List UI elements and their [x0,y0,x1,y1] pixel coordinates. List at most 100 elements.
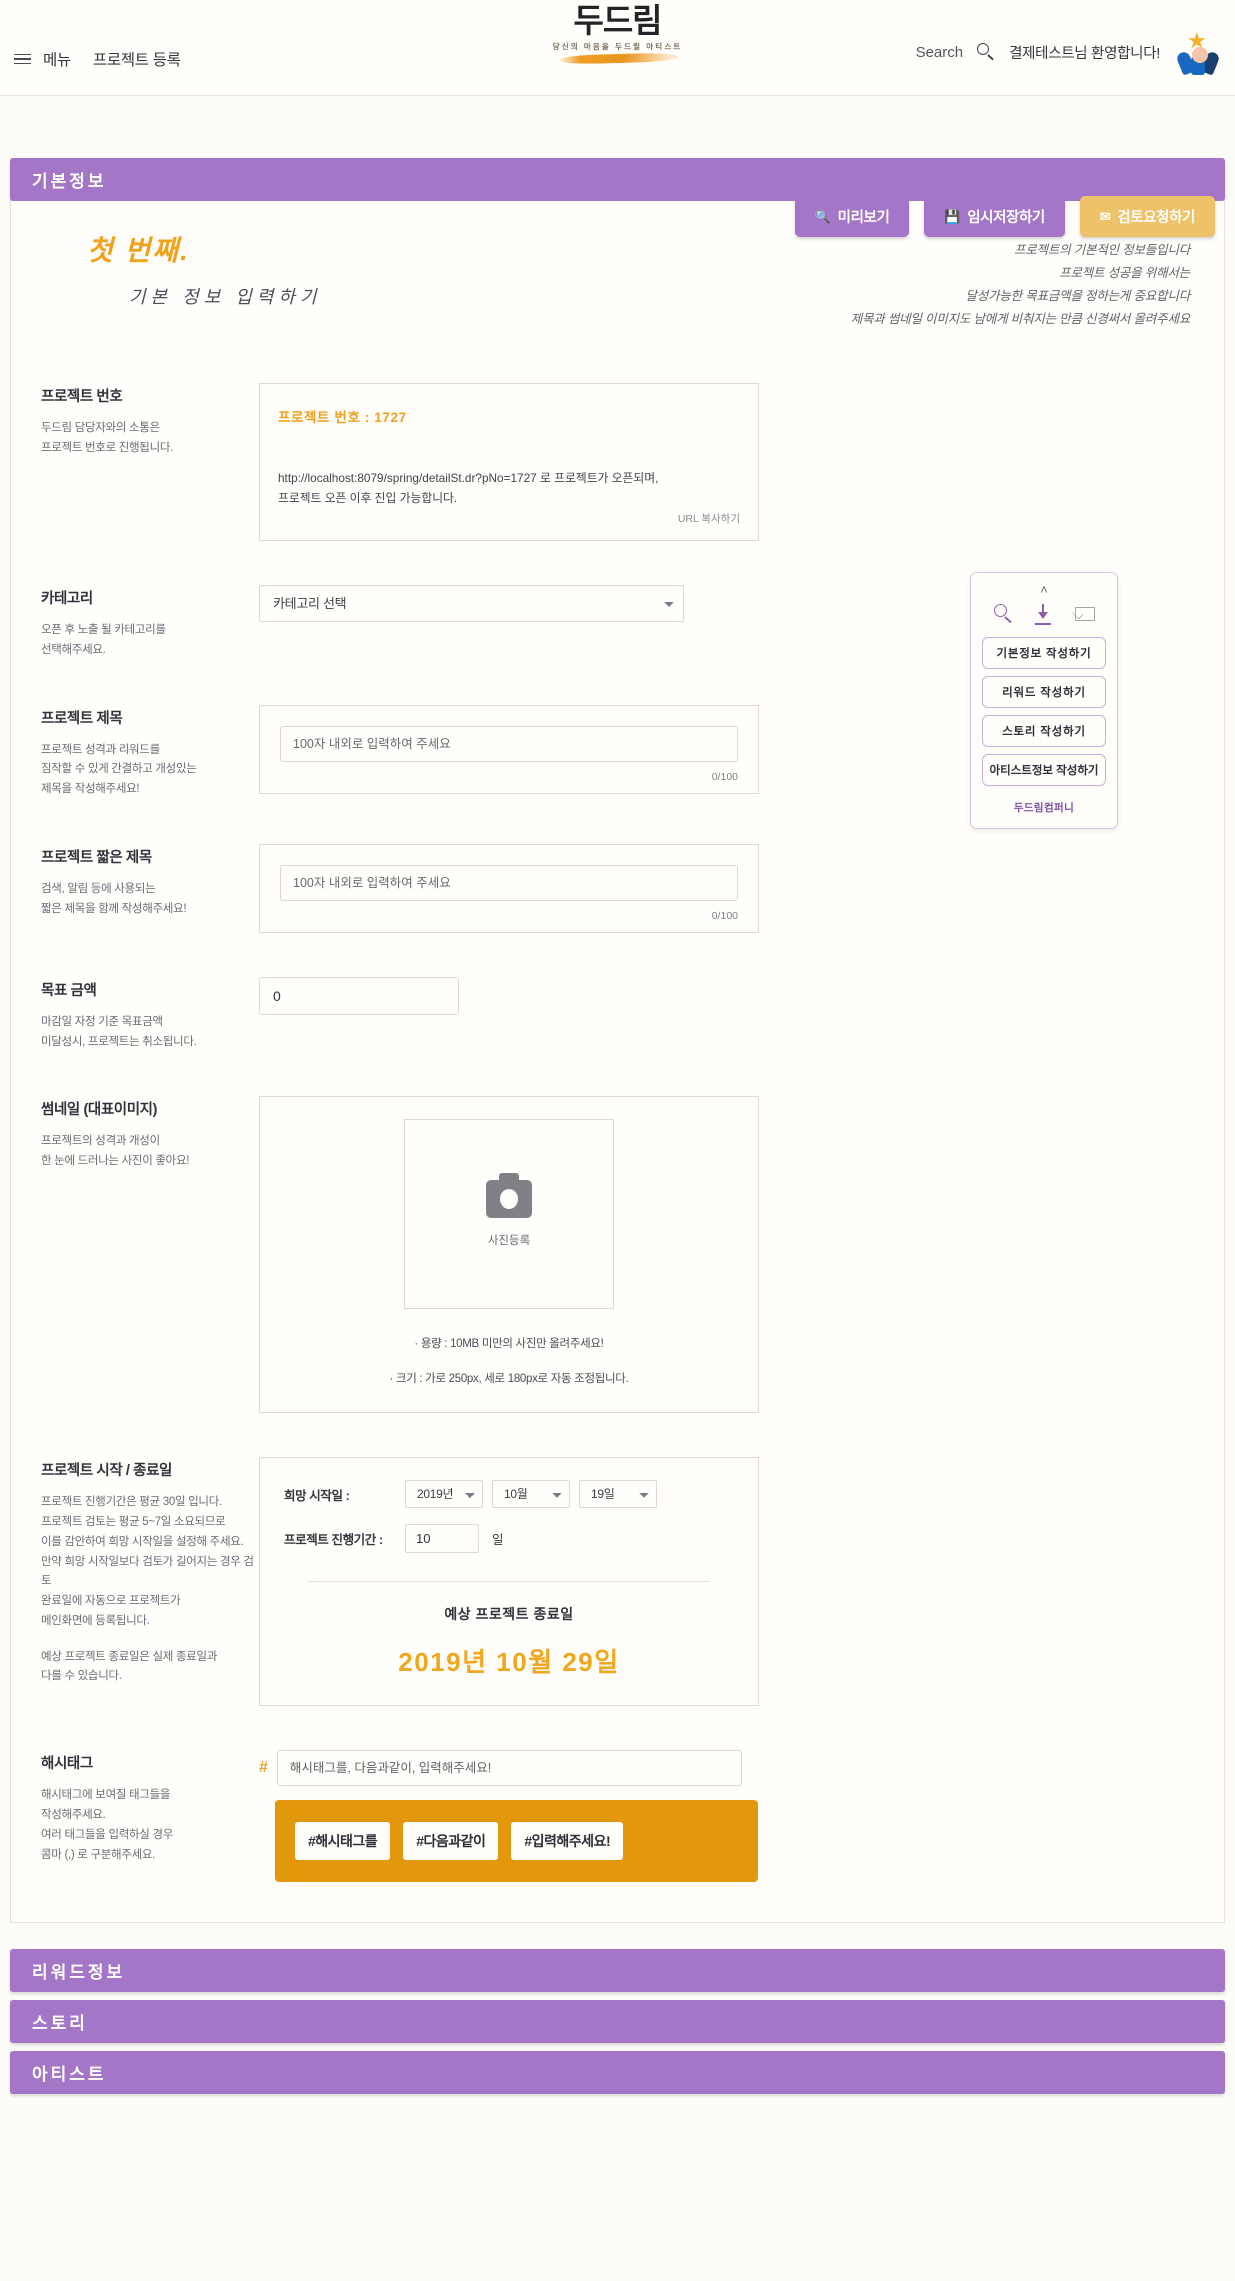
search-icon[interactable] [992,603,1014,625]
start-date-label: 희망 시작일 : [284,1488,350,1503]
thumbnail-label: 썸네일 (대표이미지) [41,1102,158,1119]
category-desc: 오픈 후 노출 될 카테고리를 선택해주세요. [41,621,259,661]
logo-swoosh-decoration [557,51,678,65]
intro-desc-line: 달성가능한 목표금액을 정하는게 중요합니다 [965,289,1190,304]
schedule-field-col: 희망 시작일 : 2019년 10월 19일 프로젝트 진행기간 : 10 일 … [259,1457,1194,1707]
avatar[interactable]: ★ [1175,30,1221,78]
short-title-label: 프로젝트 짧은 제목 [41,849,152,866]
project-url-line2: 프로젝트 오픈 이후 진입 가능합니다. [278,491,458,506]
project-number-label: 프로젝트 번호 [41,389,123,405]
field-row-project-number: 프로젝트 번호 두드림 담당자와의 소통은 프로젝트 번호로 진행됩니다. 프로… [41,383,1194,541]
short-title-field-col: 0/100 [259,843,1194,933]
logo-tagline: 당신의 마음을 두드릴 아티스트 [552,41,683,51]
desc-line: 메인화면에 등록됩니다. [41,1614,150,1627]
collapse-caret-icon[interactable]: ˄ [982,583,1106,596]
desc-line: 프로젝트 검토는 평균 5~7일 소요되므로 [41,1516,226,1529]
intro-description: 프로젝트의 기본적인 정보들입니다 프로젝트 성공을 위해서는 달성가능한 목표… [850,239,1191,332]
start-year-select[interactable]: 2019년 [405,1480,483,1509]
schedule-box: 희망 시작일 : 2019년 10월 19일 프로젝트 진행기간 : 10 일 … [259,1457,759,1707]
thumbnail-label-col: 썸네일 (대표이미지) 프로젝트의 성격과 개성이 한 눈에 드러나는 사진이 … [41,1096,259,1413]
search-icon: 🔍 [814,209,831,224]
desc-line: 선택해주세요. [41,643,106,656]
project-title-label-col: 프로젝트 제목 프로젝트 성격과 리워드를 짐작할 수 있게 간결하고 개성있는… [41,705,259,800]
goal-amount-input[interactable] [259,976,459,1015]
schedule-label-col: 프로젝트 시작 / 종료일 프로젝트 진행기간은 평균 30일 입니다. 프로젝… [41,1457,259,1706]
desc-line: 짐작할 수 있게 간결하고 개성있는 [41,763,197,776]
project-number-label-col: 프로젝트 번호 두드림 담당자와의 소통은 프로젝트 번호로 진행됩니다. [41,383,259,541]
collapsed-sections: 리워드정보 스토리 아티스트 [0,1949,1235,2095]
search-icon[interactable] [976,42,996,62]
hashtag-preview: #해시태그를 #다음과같이 #입력해주세요! [275,1800,758,1883]
duration-label: 프로젝트 진행기간 : [284,1533,383,1548]
hashtag-chip[interactable]: #해시태그를 [295,1822,391,1861]
quick-link-story[interactable]: 스토리 작성하기 [982,715,1106,747]
schedule-desc: 프로젝트 진행기간은 평균 30일 입니다. 프로젝트 검토는 평균 5~7일 … [41,1493,259,1631]
desc-line: 오픈 후 노출 될 카테고리를 [41,624,166,636]
header-right-area: Search 결제테스트님 환영합니다! ★ [916,26,1221,78]
hashtag-input[interactable] [276,1750,742,1787]
desc-line: 여러 태그들을 입력하실 경우 [41,1828,174,1841]
project-title-counter: 0/100 [711,770,738,783]
goal-amount-label-col: 목표 금액 마감일 자정 기준 목표금액 미달성시, 프로젝트는 취소됩니다. [41,977,259,1053]
duration-input[interactable] [405,1524,479,1554]
welcome-message: 결제테스트님 환영합니다! [1009,45,1160,62]
project-title-input[interactable] [280,725,738,762]
start-month-select[interactable]: 10월 [492,1480,570,1509]
short-title-box: 0/100 [259,843,759,933]
thumbnail-upload-dropzone[interactable]: 사진등록 [404,1119,614,1310]
short-title-desc: 검색, 알림 등에 사용되는 짧은 제목을 함께 작성해주세요! [41,880,259,920]
start-day-select[interactable]: 19일 [579,1480,657,1509]
short-title-counter: 0/100 [711,909,738,922]
start-date-line: 희망 시작일 : 2019년 10월 19일 [284,1480,734,1509]
expected-end-label: 예상 프로젝트 종료일 [444,1606,574,1623]
quick-link-basic-info[interactable]: 기본정보 작성하기 [982,637,1106,669]
thumbnail-note-size: · 용량 : 10MB 미만의 사진만 올려주세요! [414,1338,604,1351]
desc-line: 프로젝트 성격과 리워드를 [41,743,160,756]
hashtag-chip[interactable]: #입력해주세요! [511,1822,624,1861]
copy-url-link[interactable]: URL 복사하기 [678,511,740,526]
quick-link-reward[interactable]: 리워드 작성하기 [982,676,1106,708]
desc-line: 검색, 알림 등에 사용되는 [41,882,156,895]
desc-line: 두드림 담당자와의 소통은 [41,422,160,434]
mail-icon: ✉ [1099,209,1111,224]
field-row-short-title: 프로젝트 짧은 제목 검색, 알림 등에 사용되는 짧은 제목을 함께 작성해주… [41,843,1194,933]
intro-desc-line: 제목과 썸네일 이미지도 남에게 비춰지는 만큼 신경써서 올려주세요 [850,312,1191,327]
thumbnail-box: 사진등록 · 용량 : 10MB 미만의 사진만 올려주세요! · 크기 : 가… [259,1096,759,1414]
thumbnail-field-col: 사진등록 · 용량 : 10MB 미만의 사진만 올려주세요! · 크기 : 가… [259,1096,1194,1414]
hashtag-chip[interactable]: #다음과같이 [403,1822,499,1861]
section-header-reward-info[interactable]: 리워드정보 [10,1949,1225,1993]
schedule-desc-2: 예상 프로젝트 종료일은 실제 종료일과 다를 수 있습니다. [41,1648,259,1688]
section-header-artist[interactable]: 아티스트 [10,2051,1225,2095]
category-select[interactable]: 카테고리 선택 [259,585,684,622]
hashtag-label-col: 해시태그 해시태그에 보여질 태그들을 작성해주세요. 여러 태그들을 입력하실… [41,1750,259,1882]
field-row-hashtag: 해시태그 해시태그에 보여질 태그들을 작성해주세요. 여러 태그들을 입력하실… [41,1750,1194,1883]
search-label[interactable]: Search [916,44,964,61]
section-header-basic-info[interactable]: 기본정보 [10,158,1225,201]
intro-desc-line: 프로젝트의 기본적인 정보들입니다 [1013,243,1190,257]
floating-quick-panel: ˄ 기본정보 작성하기 리워드 작성하기 스토리 작성하기 아티스트정보 작성하… [970,572,1118,829]
section-header-story[interactable]: 스토리 [10,2000,1225,2044]
goal-amount-desc: 마감일 자정 기준 목표금액 미달성시, 프로젝트는 취소됩니다. [41,1013,259,1053]
mail-icon[interactable] [1071,603,1096,625]
thumbnail-upload-label: 사진등록 [487,1235,531,1248]
hashtag-label: 해시태그 [41,1756,93,1773]
expected-end-date: 2019년 10월 29일 [398,1647,620,1678]
review-request-button-label: 검토요청하기 [1117,210,1195,226]
desc-line: 작성해주세요. [41,1809,106,1822]
project-url-line1: http://localhost:8079/spring/detailSt.dr… [278,471,659,485]
desc-line: 만약 희망 시작일보다 검토가 길어지는 경우 검토 [41,1555,254,1588]
goal-amount-label: 목표 금액 [41,982,97,999]
field-row-schedule: 프로젝트 시작 / 종료일 프로젝트 진행기간은 평균 30일 입니다. 프로젝… [41,1457,1194,1707]
hashtag-field-col: # #해시태그를 #다음과같이 #입력해주세요! [259,1750,1194,1883]
desc-line: 미달성시, 프로젝트는 취소됩니다. [41,1035,197,1048]
short-title-input[interactable] [280,864,738,901]
desc-line: 프로젝트 번호로 진행됩니다. [41,441,174,454]
project-title-box: 0/100 [259,704,759,794]
download-icon[interactable] [1033,603,1055,625]
quick-link-artist-info[interactable]: 아티스트정보 작성하기 [982,754,1106,786]
project-number-field-col: 프로젝트 번호 : 1727 http://localhost:8079/spr… [259,383,1194,541]
desc-line: 이를 감안하여 희망 시작일을 설정해 주세요. [41,1535,244,1548]
temp-save-button-label: 임시저장하기 [967,210,1045,226]
desc-line: 완료일에 자동으로 프로젝트가 [41,1595,181,1608]
hashtag-input-row: # [259,1750,1194,1787]
